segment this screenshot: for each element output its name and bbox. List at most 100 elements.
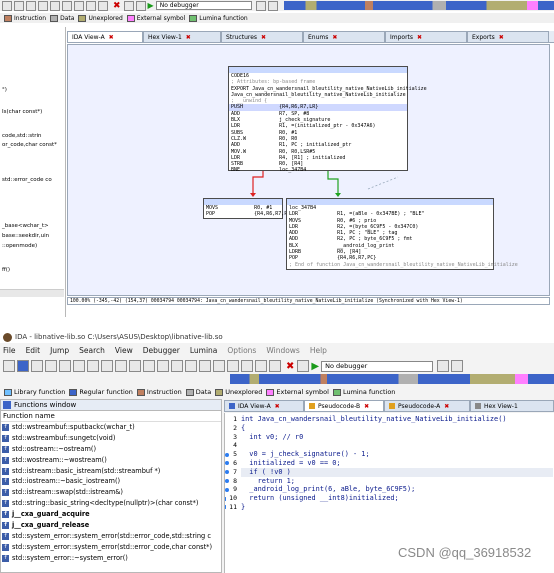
navigation-band[interactable] bbox=[283, 1, 554, 10]
toolbar-icon[interactable] bbox=[50, 0, 60, 11]
list-item[interactable]: °) bbox=[2, 87, 7, 93]
back-icon[interactable] bbox=[31, 360, 43, 372]
toolbar-icon[interactable] bbox=[199, 360, 211, 372]
breakpoint-dot-icon[interactable] bbox=[225, 452, 230, 457]
graph-node-main[interactable]: CODE16 ; Attributes: bp-based frame EXPO… bbox=[228, 66, 427, 173]
menu-jump[interactable]: Jump bbox=[50, 346, 69, 355]
code-line[interactable]: return (unsigned __int8)initialized; bbox=[241, 494, 553, 503]
list-item[interactable]: f j__cxa_guard_acquire bbox=[1, 509, 221, 520]
list-item[interactable]: f std::wstreambuf::sungetc(void) bbox=[1, 433, 221, 444]
toolbar-icon[interactable] bbox=[267, 0, 278, 11]
toolbar-icon[interactable] bbox=[59, 360, 71, 372]
toolbar-icon[interactable] bbox=[255, 0, 266, 11]
toolbar-icon[interactable] bbox=[171, 360, 183, 372]
code-line[interactable]: int v0; // r0 bbox=[241, 433, 553, 442]
graph-node-left[interactable]: MOVS R0, #1 POP {R4,R6,R7,PC} bbox=[203, 198, 293, 219]
toolbar-icon[interactable] bbox=[255, 360, 267, 372]
tab-pseudocode-b[interactable]: Pseudocode-B ✖ bbox=[304, 400, 384, 411]
debugger-select[interactable]: No debugger bbox=[155, 1, 252, 10]
list-item[interactable]: std::error_code co bbox=[2, 177, 52, 183]
list-item[interactable]: f std::istream::swap(std::istream&) bbox=[1, 487, 221, 498]
close-icon[interactable]: ✖ bbox=[109, 34, 114, 41]
tab-ida-view-a[interactable]: IDA View-A ✖ bbox=[67, 31, 143, 42]
tab-imports[interactable]: Imports ✖ bbox=[385, 31, 467, 42]
toolbar-icon[interactable] bbox=[437, 360, 450, 372]
debugger-select[interactable]: No debugger bbox=[321, 360, 434, 372]
toolbar-icon[interactable] bbox=[74, 0, 84, 11]
code-line[interactable]: _android_log_print(6, aBle, byte_6C9F5); bbox=[241, 485, 553, 494]
toolbar-icon[interactable] bbox=[297, 360, 310, 372]
toolbar-icon[interactable] bbox=[269, 360, 281, 372]
graph-view[interactable]: CODE16 ; Attributes: bp-based frame EXPO… bbox=[67, 44, 550, 296]
close-icon[interactable]: ✖ bbox=[332, 34, 337, 41]
list-item[interactable]: Is(char const*) bbox=[2, 109, 42, 115]
play-icon[interactable]: ▶ bbox=[148, 1, 154, 10]
menu-file[interactable]: File bbox=[3, 346, 16, 355]
code-line[interactable]: if ( !v0 ) bbox=[241, 467, 553, 477]
code-line[interactable] bbox=[241, 441, 553, 450]
toolbar-icon[interactable] bbox=[185, 360, 197, 372]
menu-options[interactable]: Options bbox=[227, 346, 256, 355]
menu-edit[interactable]: Edit bbox=[26, 346, 41, 355]
list-item[interactable]: code,std::strin bbox=[2, 133, 42, 139]
tab-exports[interactable]: Exports ✖ bbox=[467, 31, 549, 42]
menu-help[interactable]: Help bbox=[310, 346, 327, 355]
list-item[interactable]: f std::system_error::~system_error() bbox=[1, 553, 221, 564]
menu-debugger[interactable]: Debugger bbox=[143, 346, 180, 355]
close-icon[interactable]: ✖ bbox=[364, 403, 369, 410]
close-icon[interactable]: ✖ bbox=[186, 34, 191, 41]
menu-lumina[interactable]: Lumina bbox=[190, 346, 218, 355]
tab-hex-view-1[interactable]: Hex View-1 ✖ bbox=[143, 31, 221, 42]
close-icon[interactable]: ✖ bbox=[113, 1, 121, 11]
list-item[interactable]: or_code,char const* bbox=[2, 142, 57, 148]
toolbar-icon[interactable] bbox=[115, 360, 127, 372]
list-item[interactable]: f std::string::basic_string<decltype(null… bbox=[1, 498, 221, 509]
toolbar-icon[interactable] bbox=[143, 360, 155, 372]
code-line[interactable]: return 1; bbox=[241, 477, 553, 486]
tab-pseudocode-a[interactable]: Pseudocode-A ✖ bbox=[384, 400, 470, 411]
close-icon[interactable]: ✖ bbox=[261, 34, 266, 41]
breakpoint-dot-icon[interactable] bbox=[225, 470, 230, 475]
close-icon[interactable]: ✖ bbox=[286, 361, 294, 372]
toolbar-icon[interactable] bbox=[123, 0, 134, 11]
list-item[interactable]: _base<wchar_t> bbox=[2, 223, 49, 229]
toolbar-icon[interactable] bbox=[157, 360, 169, 372]
close-icon[interactable]: ✖ bbox=[417, 34, 422, 41]
breakpoint-dot-icon[interactable] bbox=[225, 478, 230, 483]
toolbar-icon[interactable] bbox=[62, 0, 72, 11]
graph-node-right[interactable]: loc_347B4 LDR R1, =(aBle - 0x347BE) ; "B… bbox=[286, 198, 518, 270]
list-item[interactable]: f std::istream::basic_istream(std::stream… bbox=[1, 466, 221, 477]
menu-windows[interactable]: Windows bbox=[266, 346, 299, 355]
toolbar-icon[interactable] bbox=[86, 0, 96, 11]
close-icon[interactable]: ✖ bbox=[499, 34, 504, 41]
breakpoint-dot-icon[interactable] bbox=[225, 461, 230, 466]
toolbar-icon[interactable] bbox=[87, 360, 99, 372]
toolbar-icon[interactable] bbox=[129, 360, 141, 372]
list-item[interactable]: f std::wostream::~wostream() bbox=[1, 455, 221, 466]
toolbar-icon[interactable] bbox=[98, 0, 108, 11]
menu-view[interactable]: View bbox=[115, 346, 133, 355]
list-item[interactable]: f j__cxa_guard_release bbox=[1, 520, 221, 531]
toolbar-icon[interactable] bbox=[73, 360, 85, 372]
navigation-band[interactable] bbox=[230, 374, 554, 384]
breakpoint-dot-icon[interactable] bbox=[225, 487, 230, 492]
list-item[interactable]: f std::system_error::system_error(std::er… bbox=[1, 542, 221, 553]
tab-enums[interactable]: Enums ✖ bbox=[303, 31, 385, 42]
toolbar-icon[interactable] bbox=[213, 360, 225, 372]
list-item[interactable]: f std::system_error::system_error(std::er… bbox=[1, 531, 221, 542]
list-item[interactable]: ff() bbox=[2, 267, 10, 273]
toolbar-icon[interactable] bbox=[26, 0, 36, 11]
tab-ida-view-a[interactable]: IDA View-A ✖ bbox=[224, 400, 304, 411]
code-line[interactable]: initialized = v0 == 0; bbox=[241, 459, 553, 468]
toolbar-icon[interactable] bbox=[227, 360, 239, 372]
list-item[interactable]: base::seekdir,uin bbox=[2, 233, 49, 239]
code-line[interactable]: } bbox=[241, 503, 553, 512]
close-icon[interactable]: ✖ bbox=[444, 403, 449, 410]
toolbar-icon[interactable] bbox=[241, 360, 253, 372]
code-line[interactable]: int Java_cn_wandersnail_bleutility_nativ… bbox=[241, 415, 553, 424]
list-item[interactable]: f std::wstreambuf::sputbackc(wchar_t) bbox=[1, 422, 221, 433]
toolbar-icon[interactable] bbox=[2, 0, 12, 11]
code-line[interactable]: v0 = j_check_signature() - 1; bbox=[241, 450, 553, 459]
forward-icon[interactable] bbox=[45, 360, 57, 372]
toolbar-icon[interactable] bbox=[38, 0, 48, 11]
